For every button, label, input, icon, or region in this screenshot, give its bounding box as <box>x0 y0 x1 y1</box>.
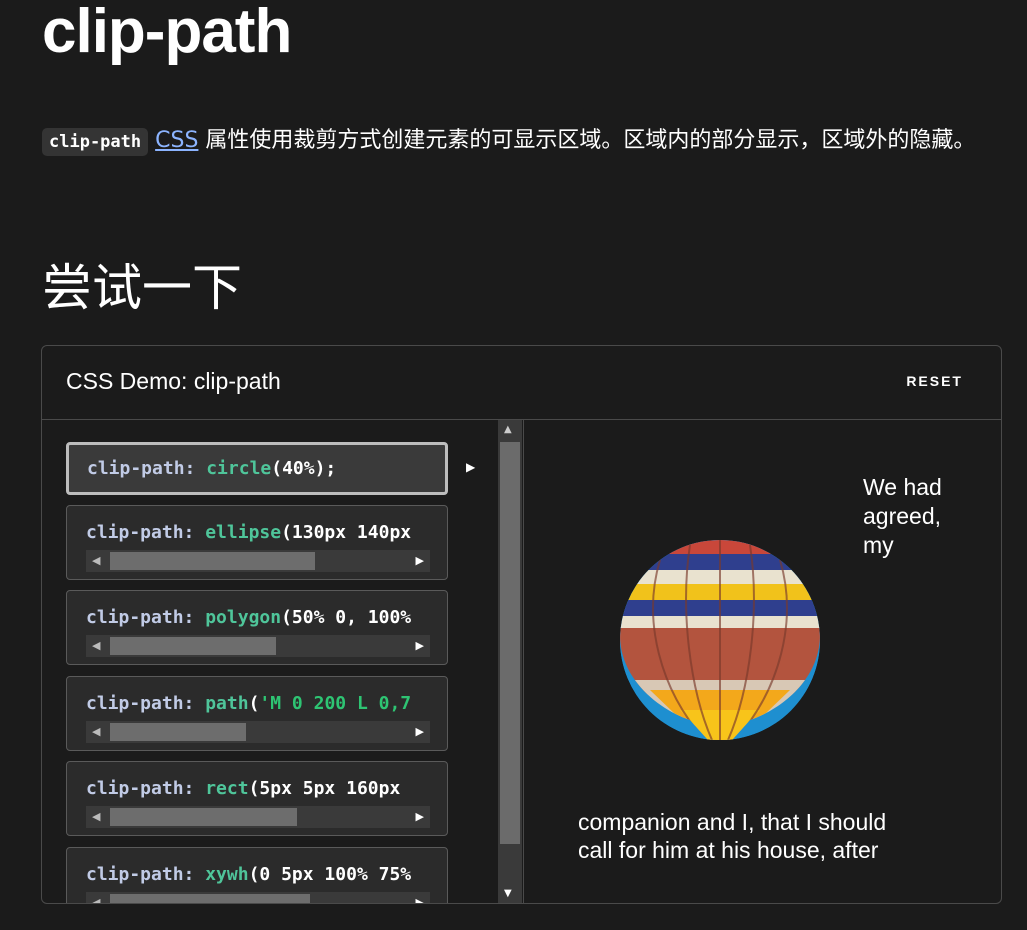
intro-text: 属性使用裁剪方式创建元素的可显示区域。区域内的部分显示，区域外的隐藏。 <box>198 128 976 153</box>
scroll-down-arrow-icon[interactable]: ▼ <box>504 888 512 899</box>
options-panel: clip-path: circle(40%); ▶ clip-path: ell… <box>42 420 524 903</box>
output-text-line: call for him at his house, after <box>578 837 879 863</box>
option-code: clip-path: circle(40%); <box>87 458 337 479</box>
scrollbar-thumb[interactable] <box>110 808 297 826</box>
option-code: clip-path: ellipse(130px 140px <box>86 522 412 543</box>
horizontal-scrollbar[interactable]: ◀ ▶ <box>86 635 430 657</box>
interactive-demo: CSS Demo: clip-path RESET clip-path: cir… <box>41 345 1002 904</box>
scroll-left-arrow-icon[interactable]: ◀ <box>92 896 100 903</box>
option-path[interactable]: clip-path: path('M 0 200 L 0,7 ◀ ▶ <box>66 676 448 751</box>
horizontal-scrollbar[interactable]: ◀ ▶ <box>86 721 430 743</box>
scroll-right-arrow-icon[interactable]: ▶ <box>416 725 424 738</box>
horizontal-scrollbar[interactable]: ◀ ▶ <box>86 806 430 828</box>
scrollbar-thumb[interactable] <box>110 723 246 741</box>
page-title: clip-path <box>42 0 292 66</box>
option-xywh[interactable]: clip-path: xywh(0 5px 100% 75% ◀ ▶ <box>66 847 448 903</box>
horizontal-scrollbar[interactable]: ◀ ▶ <box>86 892 430 903</box>
play-arrow-icon: ▶ <box>466 460 476 474</box>
scroll-right-arrow-icon[interactable]: ▶ <box>416 896 424 903</box>
vertical-scrollbar[interactable]: ▲ ▼ <box>498 420 522 903</box>
output-text-line: agreed, <box>863 503 942 529</box>
scrollbar-thumb[interactable] <box>110 637 276 655</box>
reset-button[interactable]: RESET <box>906 373 963 389</box>
scroll-left-arrow-icon[interactable]: ◀ <box>92 725 100 738</box>
option-circle[interactable]: clip-path: circle(40%); <box>66 442 448 495</box>
option-rect[interactable]: clip-path: rect(5px 5px 160px ◀ ▶ <box>66 761 448 836</box>
section-heading: 尝试一下 <box>42 259 242 317</box>
scrollbar-thumb[interactable] <box>500 442 520 844</box>
scroll-left-arrow-icon[interactable]: ◀ <box>92 554 100 567</box>
scroll-right-arrow-icon[interactable]: ▶ <box>416 639 424 652</box>
option-ellipse[interactable]: clip-path: ellipse(130px 140px ◀ ▶ <box>66 505 448 580</box>
output-text-line: We had <box>863 474 942 500</box>
scrollbar-thumb[interactable] <box>110 894 310 903</box>
hot-air-balloon-image <box>620 540 820 740</box>
option-code: clip-path: path('M 0 200 L 0,7 <box>86 693 412 714</box>
option-polygon[interactable]: clip-path: polygon(50% 0, 100% ◀ ▶ <box>66 590 448 665</box>
css-link[interactable]: CSS <box>155 128 198 153</box>
scroll-left-arrow-icon[interactable]: ◀ <box>92 639 100 652</box>
scroll-left-arrow-icon[interactable]: ◀ <box>92 810 100 823</box>
demo-title: CSS Demo: clip-path <box>66 368 281 394</box>
demo-header: CSS Demo: clip-path RESET <box>42 346 1001 420</box>
scroll-up-arrow-icon[interactable]: ▲ <box>504 424 512 435</box>
scrollbar-thumb[interactable] <box>110 552 315 570</box>
scroll-right-arrow-icon[interactable]: ▶ <box>416 554 424 567</box>
inline-code: clip-path <box>42 128 149 156</box>
output-text-line: my <box>863 532 894 558</box>
option-code: clip-path: xywh(0 5px 100% 75% <box>86 864 412 885</box>
option-code: clip-path: rect(5px 5px 160px <box>86 778 401 799</box>
output-panel: We had agreed, my companion and I, that … <box>524 420 1001 903</box>
intro-paragraph: clip-path CSS 属性使用裁剪方式创建元素的可显示区域。区域内的部分显… <box>42 120 1002 163</box>
option-code: clip-path: polygon(50% 0, 100% <box>86 607 412 628</box>
scroll-right-arrow-icon[interactable]: ▶ <box>416 810 424 823</box>
horizontal-scrollbar[interactable]: ◀ ▶ <box>86 550 430 572</box>
output-text-line: companion and I, that I should <box>578 809 887 835</box>
